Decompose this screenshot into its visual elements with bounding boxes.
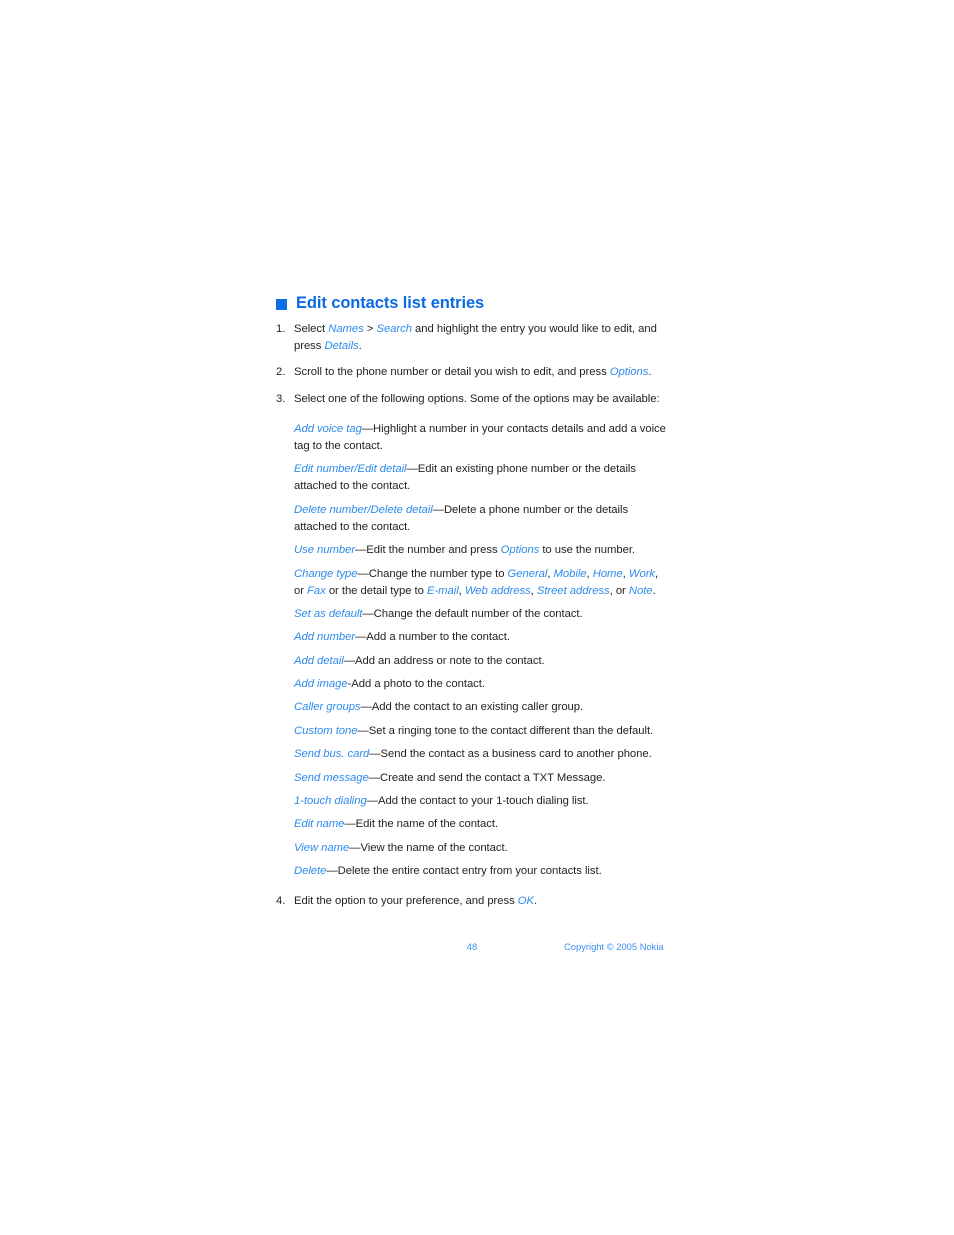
step-text: Edit the option to your preference, and … (294, 895, 537, 907)
option-custom-tone: Custom tone—Set a ringing tone to the co… (294, 723, 668, 740)
body-text: > (363, 323, 377, 336)
step-number: 3. (276, 392, 286, 405)
footer-page-number: 48 (466, 941, 478, 952)
option-change-type: Change type—Change the number type to Ge… (294, 566, 668, 600)
body-text: . (534, 895, 538, 908)
document-page: Edit contacts list entries 1. Select Name… (0, 0, 954, 1235)
body-text: . (358, 340, 362, 353)
ui-term: Send message (294, 771, 369, 784)
body-text: —Change the number type to (357, 567, 508, 580)
ui-term: Details (324, 340, 359, 353)
ui-term: Set as default (294, 608, 363, 621)
ui-term: OK (517, 895, 535, 908)
body-text: —Edit the number and press (355, 544, 501, 557)
ui-term: Web address (464, 584, 531, 597)
ui-term: Fax (307, 584, 326, 597)
body-text: —Delete the entire contact entry from yo… (326, 864, 602, 877)
page-title: Edit contacts list entries (276, 294, 668, 312)
option-add-voice-tag: Add voice tag—Highlight a number in your… (294, 421, 668, 455)
option-one-touch-dialing: 1-touch dialing—Add the contact to your … (294, 793, 668, 810)
body-text: —Change the default number of the contac… (362, 608, 583, 621)
ui-term: Delete number (294, 503, 368, 516)
ui-term: Search (376, 323, 412, 336)
option-send-bus-card: Send bus. card—Send the contact as a bus… (294, 746, 668, 763)
footer-copyright: Copyright © 2005 Nokia (564, 941, 664, 952)
ui-term: Add voice tag (294, 422, 362, 435)
body-text: . (652, 584, 656, 597)
ui-term: Caller groups (294, 701, 361, 714)
body-text: —Add the contact to an existing caller g… (360, 701, 584, 714)
ui-term: Custom tone (294, 724, 358, 737)
step-text: Scroll to the phone number or detail you… (294, 366, 652, 379)
option-set-as-default: Set as default—Change the default number… (294, 606, 668, 623)
options-list: Add voice tag—Highlight a number in your… (276, 421, 668, 880)
ui-term: Home (592, 567, 623, 580)
ui-term: Names (328, 323, 364, 336)
ui-term: Add number (294, 631, 356, 644)
body-text: . (648, 366, 652, 379)
step-text: Select Names > Search and highlight the … (294, 323, 657, 352)
ui-term: Add image (294, 678, 348, 691)
ui-term: Delete detail (370, 503, 433, 516)
ui-term: Work (628, 567, 655, 580)
step-text: Select one of the following options. Som… (294, 393, 660, 405)
ui-term: Edit detail (357, 463, 407, 476)
page-footer: 48 Copyright © 2005 Nokia (0, 941, 954, 957)
body-text: —Add the contact to your 1-touch dialing… (366, 794, 589, 807)
ui-term: Options (500, 544, 540, 557)
step-3: 3. Select one of the following options. S… (276, 391, 668, 408)
body-text: —Add an address or note to the contact. (343, 654, 545, 667)
ui-term: Street address (536, 584, 610, 597)
option-add-detail: Add detail—Add an address or note to the… (294, 653, 668, 670)
option-delete-number-delete-detail: Delete number/Delete detail—Delete a pho… (294, 502, 668, 536)
body-text: —Create and send the contact a TXT Messa… (368, 771, 606, 784)
body-text: Select one of the following options. Som… (294, 392, 660, 405)
body-text: or the detail type to (325, 584, 427, 597)
ui-term: Note (628, 584, 653, 597)
option-add-image: Add image-Add a photo to the contact. (294, 676, 668, 693)
body-text: Scroll to the phone number or detail you… (294, 366, 610, 379)
body-text: —Edit the name of the contact. (344, 818, 499, 831)
body-text: —Send the contact as a business card to … (369, 748, 652, 761)
step-number: 4. (276, 895, 286, 908)
step-1: 1. Select Names > Search and highlight th… (276, 321, 668, 355)
body-text: -Add a photo to the contact. (347, 678, 485, 691)
option-view-name: View name—View the name of the contact. (294, 840, 668, 857)
step-2: 2. Scroll to the phone number or detail y… (276, 364, 668, 381)
step-number: 1. (276, 323, 286, 336)
body-text: —View the name of the contact. (349, 841, 508, 854)
body-text: Edit the option to your preference, and … (294, 895, 518, 908)
ui-term: Mobile (553, 567, 587, 580)
ui-term: Change type (294, 567, 358, 580)
ui-term: Use number (294, 544, 356, 557)
ui-term: View name (294, 841, 350, 854)
option-send-message: Send message—Create and send the contact… (294, 770, 668, 787)
ui-term: E-mail (426, 584, 459, 597)
body-text: Select (294, 323, 329, 336)
ui-term: Add detail (294, 654, 344, 667)
ui-term: 1-touch dialing (294, 794, 367, 807)
body-text: —Add a number to the contact. (355, 631, 510, 644)
page-content: Edit contacts list entries 1. Select Name… (276, 294, 668, 910)
step-number: 2. (276, 366, 286, 379)
ui-term: Delete (294, 864, 327, 877)
option-add-number: Add number—Add a number to the contact. (294, 629, 668, 646)
step-4: 4. Edit the option to your preference, a… (276, 893, 668, 910)
ui-term: Edit number (294, 463, 355, 476)
ui-term: Edit name (294, 818, 345, 831)
numbered-steps: 1. Select Names > Search and highlight th… (276, 321, 668, 408)
option-edit-name: Edit name—Edit the name of the contact. (294, 816, 668, 833)
body-text: to use the number. (539, 544, 635, 557)
ui-term: General (507, 567, 548, 580)
ui-term: Options (609, 366, 649, 379)
option-delete: Delete—Delete the entire contact entry f… (294, 863, 668, 880)
option-edit-number-edit-detail: Edit number/Edit detail—Edit an existing… (294, 461, 668, 495)
option-caller-groups: Caller groups—Add the contact to an exis… (294, 699, 668, 716)
page-title-text: Edit contacts list entries (296, 294, 485, 312)
ui-term: Send bus. card (294, 748, 370, 761)
body-text: —Set a ringing tone to the contact diffe… (357, 724, 654, 737)
body-text: , or (609, 584, 629, 597)
square-bullet-icon (276, 298, 287, 310)
option-use-number: Use number—Edit the number and press Opt… (294, 542, 668, 559)
